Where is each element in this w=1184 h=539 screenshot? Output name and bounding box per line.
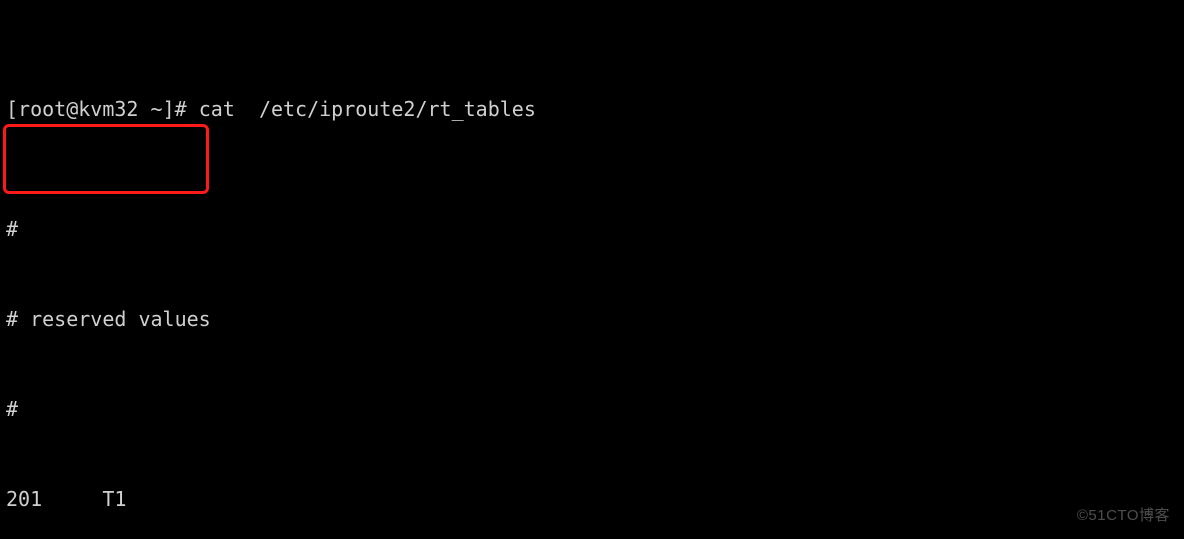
- prompt-symbol: #: [175, 97, 187, 121]
- prompt-host: kvm32: [78, 97, 138, 121]
- prompt-user: root: [18, 97, 66, 121]
- prompt-at: @: [66, 97, 78, 121]
- command-arg: /etc/iproute2/rt_tables: [259, 97, 536, 121]
- prompt-line: [root@kvm32 ~]# cat /etc/iproute2/rt_tab…: [6, 94, 1178, 124]
- prompt-cwd: ~: [151, 97, 163, 121]
- watermark: ©51CTO博客: [1077, 501, 1170, 531]
- command-bin: cat: [199, 97, 235, 121]
- command-sep: [235, 97, 259, 121]
- output-line: # reserved values: [6, 304, 1178, 334]
- prompt-space: [138, 97, 150, 121]
- output-line: #: [6, 394, 1178, 424]
- output-line: #: [6, 214, 1178, 244]
- terminal[interactable]: [root@kvm32 ~]# cat /etc/iproute2/rt_tab…: [0, 0, 1184, 539]
- prompt-close: ]: [163, 97, 175, 121]
- command-text: [187, 97, 199, 121]
- output-line: 201 T1: [6, 484, 1178, 514]
- prompt-open: [: [6, 97, 18, 121]
